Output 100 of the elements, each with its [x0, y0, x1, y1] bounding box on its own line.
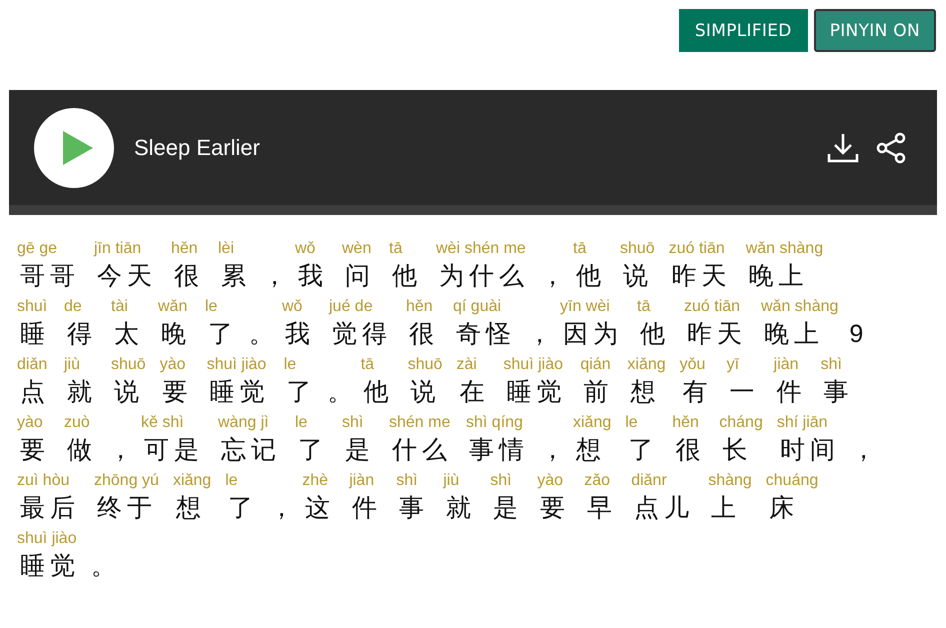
hanzi: 。: [326, 377, 353, 408]
hanzi: 早: [586, 493, 618, 524]
pinyin: shí jiān: [776, 413, 828, 433]
pinyin: kě shì: [141, 413, 184, 433]
hanzi: 什么: [391, 435, 452, 466]
progress-track[interactable]: [9, 205, 937, 215]
hanzi: 事: [398, 493, 430, 524]
hanzi: 今天: [96, 261, 157, 292]
pinyin: zuì hòu: [17, 471, 70, 491]
pinyin: shì: [342, 413, 364, 433]
pinyin: le: [205, 297, 218, 317]
pinyin: shuì: [17, 297, 48, 317]
pinyin: zuò: [64, 413, 90, 433]
pinyin: zuó tiān: [684, 297, 740, 317]
hanzi: 9: [848, 319, 864, 350]
hanzi: 点儿: [633, 493, 694, 524]
pinyin: zhōng yú: [94, 471, 159, 491]
hanzi: 这: [304, 493, 336, 524]
hanzi: 忘记: [220, 435, 281, 466]
hanzi: 就: [66, 377, 97, 408]
pinyin: le: [225, 471, 238, 491]
pinyin: wǎn shàng: [761, 297, 838, 317]
hanzi: 要: [19, 435, 50, 466]
download-icon[interactable]: [827, 132, 859, 164]
pinyin: jiù: [64, 355, 80, 375]
hanzi: 床: [768, 493, 799, 524]
hanzi: 在: [458, 377, 490, 408]
hanzi: 晚: [160, 319, 191, 350]
hanzi: 得: [66, 319, 97, 350]
play-icon: [61, 128, 95, 166]
pinyin: xiǎng: [172, 471, 212, 491]
pinyin: jiàn: [349, 471, 374, 491]
pinyin: jīn tiān: [94, 239, 142, 259]
hanzi: ，: [539, 435, 565, 466]
track-title: Sleep Earlier: [134, 134, 261, 160]
hanzi: 想: [629, 377, 660, 408]
hanzi: 昨天: [686, 319, 747, 350]
hanzi: 他: [391, 261, 422, 292]
pinyin: hěn: [672, 413, 699, 433]
hanzi: 了: [286, 377, 317, 408]
pinyin: xiǎng: [573, 413, 612, 433]
hanzi: 他: [639, 319, 670, 350]
pinyin: wèi shén me: [436, 239, 526, 259]
pinyin: shàng: [708, 471, 752, 491]
pinyin: le: [295, 413, 308, 433]
share-icon[interactable]: [875, 132, 907, 164]
hanzi: 哥哥: [19, 261, 80, 292]
hanzi: 睡觉: [19, 551, 80, 582]
pinyin: qí guài: [453, 297, 502, 317]
pinyin: zǎo: [584, 471, 610, 491]
hanzi: 奇怪: [455, 319, 516, 350]
pinyin: gē ge: [17, 239, 58, 259]
pinyin: shì: [820, 355, 842, 375]
toggle-button[interactable]: PINYIN ON: [814, 9, 936, 52]
hanzi: 前: [582, 377, 614, 408]
hanzi: ，: [526, 319, 552, 350]
hanzi: 上: [710, 493, 742, 524]
pinyin: yào: [537, 471, 563, 491]
pinyin: tā: [360, 355, 374, 375]
pinyin: cháng: [719, 413, 763, 433]
hanzi: 他: [362, 377, 394, 408]
hanzi: 说: [410, 377, 441, 408]
pinyin: shuō: [620, 239, 655, 259]
pinyin: yīn wèi: [560, 297, 610, 317]
hanzi: 了: [297, 435, 328, 466]
pinyin: wǒ: [295, 239, 316, 259]
pinyin: wèn: [342, 239, 372, 259]
hanzi: 是: [492, 493, 524, 524]
pinyin: wǎn shàng: [746, 239, 824, 259]
toggle-button[interactable]: SIMPLIFIED: [678, 9, 808, 52]
hanzi: 晚上: [763, 319, 824, 350]
pinyin: yǒu: [680, 355, 706, 375]
pinyin: tā: [637, 297, 650, 317]
hanzi: 点: [19, 377, 50, 408]
pinyin: diǎn: [17, 355, 48, 375]
hanzi: 想: [575, 435, 606, 466]
pinyin: jué de: [329, 297, 373, 317]
pinyin: le: [284, 355, 296, 375]
pinyin: shì: [396, 471, 418, 491]
hanzi: ，: [268, 493, 294, 524]
hanzi: ，: [539, 261, 565, 292]
pinyin: tā: [573, 239, 586, 259]
pinyin: shì qíng: [466, 413, 523, 433]
hanzi: 因为: [562, 319, 623, 350]
hanzi: 想: [174, 493, 206, 524]
hanzi: ，: [850, 435, 876, 466]
pinyin: shì: [490, 471, 512, 491]
hanzi: 了: [627, 435, 658, 466]
hanzi: 长: [721, 435, 752, 466]
hanzi: ，: [261, 261, 287, 292]
hanzi: 终于: [96, 493, 157, 524]
pinyin: de: [64, 297, 82, 317]
pinyin: shuō: [408, 355, 442, 375]
pinyin: zhè: [302, 471, 328, 491]
pinyin: le: [625, 413, 638, 433]
pinyin: yào: [160, 355, 186, 375]
pinyin: zài: [456, 355, 477, 375]
hanzi: 。: [90, 551, 116, 582]
pinyin: wǒ: [282, 297, 302, 317]
pinyin: tā: [389, 239, 402, 259]
